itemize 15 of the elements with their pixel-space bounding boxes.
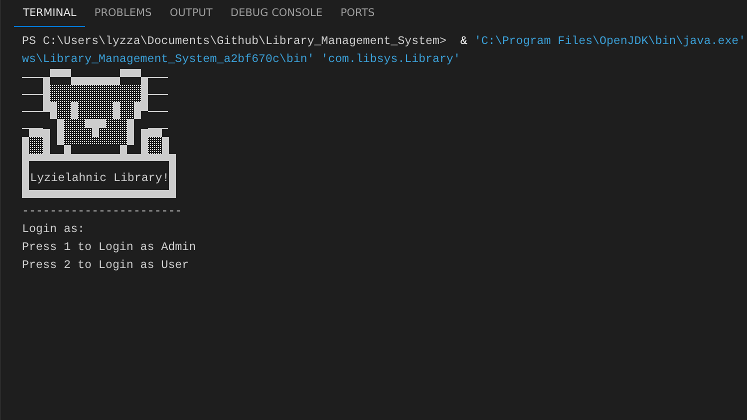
panel-tab[interactable]: PROBLEMS: [85, 0, 161, 27]
output-line: -----------------------: [22, 204, 182, 220]
output-line: Press 1 to Login as Admin: [22, 240, 196, 256]
panel-tab[interactable]: TERMINAL: [14, 0, 86, 27]
panel-tab[interactable]: PORTS: [331, 0, 384, 27]
string-argument: 'com.libsys.Library': [321, 53, 460, 66]
string-argument: 'C:\Program Files\OpenJDK\bin\java.exe': [474, 35, 746, 48]
output-line: Login as:: [22, 222, 85, 238]
command-prompt: PS C:\Users\lyzza\Documents\Github\Library_Management_System>: [22, 35, 446, 48]
output-line: Press 2 to Login as User: [22, 258, 189, 274]
string-argument: ws\Library_Management_System_a2bf670c\bin': [22, 53, 314, 66]
panel-tab[interactable]: DEBUG CONSOLE: [222, 0, 332, 27]
call-operator: &: [459, 35, 468, 48]
banner-title: Lyzielahnic Library!: [29, 171, 169, 187]
panel-tab[interactable]: OUTPUT: [160, 0, 222, 27]
